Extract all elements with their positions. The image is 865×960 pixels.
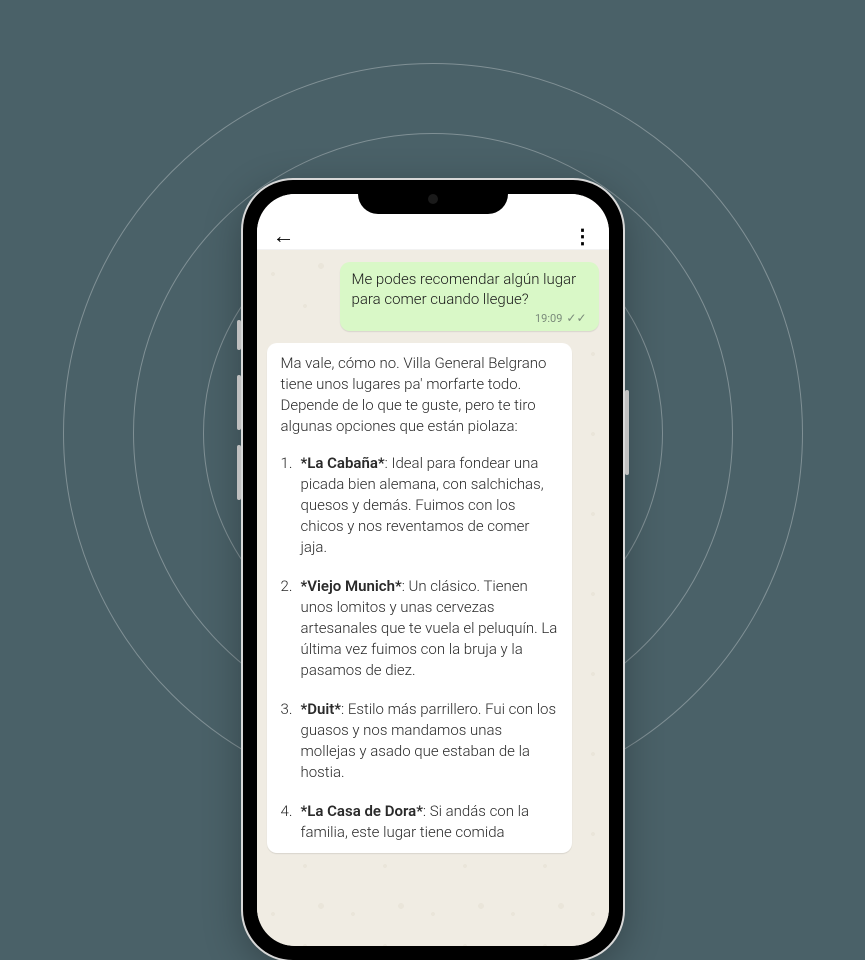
place-name: *Viejo Munich* [301,577,402,595]
place-name: *Duit* [301,700,342,718]
list-item: *La Cabaña*: Ideal para fondear una pica… [281,453,558,558]
menu-icon[interactable]: ⋮ [573,224,593,248]
phone-frame: ← ⋮ Me podes recomendar algún lugar para… [243,180,623,960]
read-checks-icon: ✓✓ [566,311,586,325]
place-name: *La Casa de Dora* [301,802,423,820]
list-item: *La Casa de Dora*: Si andás con la famil… [281,801,558,843]
mute-switch [237,320,241,350]
message-received[interactable]: Ma vale, cómo no. Villa General Belgrano… [267,343,572,853]
message-time: 19:09 [535,312,562,325]
volume-up-button [237,375,241,430]
phone-screen: ← ⋮ Me podes recomendar algún lugar para… [257,194,609,946]
list-item: *Duit*: Estilo más parrillero. Fui con l… [281,699,558,783]
phone-notch [358,184,508,214]
message-meta: 19:09 ✓✓ [352,311,587,325]
back-icon[interactable]: ← [273,223,295,249]
phone-bezel: ← ⋮ Me podes recomendar algún lugar para… [247,184,619,956]
phone-mockup: ← ⋮ Me podes recomendar algún lugar para… [243,180,623,960]
chat-body[interactable]: Me podes recomendar algún lugar para com… [257,250,609,946]
volume-down-button [237,445,241,500]
power-button [625,390,629,475]
place-name: *La Cabaña* [301,454,385,472]
message-sent[interactable]: Me podes recomendar algún lugar para com… [340,262,599,331]
recommendation-list: *La Cabaña*: Ideal para fondear una pica… [281,453,558,843]
message-sent-text: Me podes recomendar algún lugar para com… [352,270,587,309]
list-item: *Viejo Munich*: Un clásico. Tienen unos … [281,576,558,681]
message-intro-text: Ma vale, cómo no. Villa General Belgrano… [281,353,558,437]
